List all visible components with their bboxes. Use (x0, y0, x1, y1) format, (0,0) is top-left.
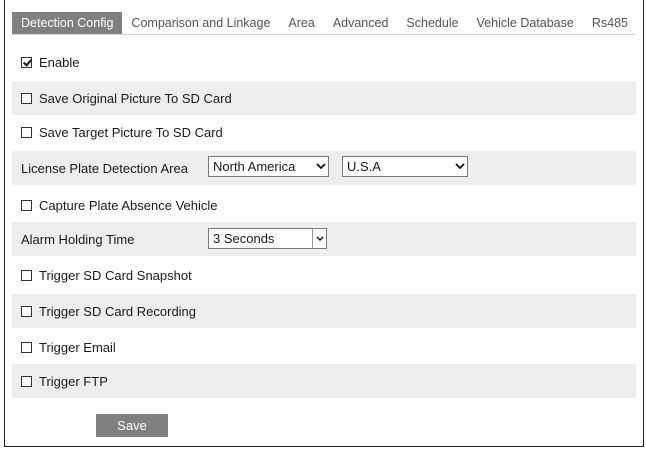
tab-detection-config[interactable]: Detection Config (12, 12, 123, 34)
save-original-checkbox[interactable] (21, 92, 32, 104)
trigger-email-row: Trigger Email (12, 330, 636, 364)
chevron-down-icon (314, 157, 328, 176)
save-original-row: Save Original Picture To SD Card (12, 81, 636, 115)
alarm-holding-value: 3 Seconds (213, 231, 275, 246)
save-button[interactable]: Save (96, 414, 168, 437)
tab-area[interactable]: Area (279, 12, 323, 34)
tab-rs485[interactable]: Rs485 (583, 12, 637, 34)
trigger-recording-checkbox[interactable] (21, 305, 32, 317)
trigger-ftp-label: Trigger FTP (39, 373, 108, 389)
alarm-holding-select[interactable]: 3 Seconds (208, 228, 327, 249)
trigger-recording-label: Trigger SD Card Recording (39, 303, 197, 319)
trigger-recording-row: Trigger SD Card Recording (12, 294, 636, 328)
enable-checkbox[interactable] (21, 56, 32, 68)
tab-schedule[interactable]: Schedule (397, 12, 467, 34)
country-select-value: U.S.A (347, 159, 381, 174)
capture-absence-label: Capture Plate Absence Vehicle (39, 197, 218, 213)
tab-advanced[interactable]: Advanced (324, 12, 398, 34)
trigger-email-label: Trigger Email (39, 339, 116, 355)
tab-comparison-and-linkage[interactable]: Comparison and Linkage (122, 12, 279, 34)
save-target-row: Save Target Picture To SD Card (12, 115, 636, 149)
chevron-down-icon (453, 157, 467, 176)
lpd-area-label: License Plate Detection Area (21, 160, 188, 176)
trigger-snapshot-label: Trigger SD Card Snapshot (39, 267, 192, 283)
save-original-label: Save Original Picture To SD Card (39, 90, 232, 106)
chevron-down-icon (312, 229, 326, 248)
capture-absence-checkbox[interactable] (21, 199, 32, 211)
enable-label: Enable (39, 54, 80, 70)
country-select[interactable]: U.S.A (342, 156, 468, 177)
alarm-holding-label: Alarm Holding Time (21, 231, 135, 247)
trigger-email-checkbox[interactable] (21, 341, 32, 353)
capture-absence-row: Capture Plate Absence Vehicle (12, 188, 636, 222)
region-select-value: North America (213, 159, 296, 174)
region-select[interactable]: North America (208, 156, 329, 177)
save-target-label: Save Target Picture To SD Card (39, 124, 223, 140)
tab-vehicle-database[interactable]: Vehicle Database (468, 12, 583, 34)
trigger-snapshot-checkbox[interactable] (21, 269, 32, 281)
enable-row: Enable (12, 45, 636, 79)
tab-bar: Detection Config Comparison and Linkage … (12, 12, 636, 35)
trigger-ftp-checkbox[interactable] (21, 375, 32, 387)
trigger-ftp-row: Trigger FTP (12, 364, 636, 398)
save-target-checkbox[interactable] (21, 126, 32, 138)
trigger-snapshot-row: Trigger SD Card Snapshot (12, 258, 636, 292)
